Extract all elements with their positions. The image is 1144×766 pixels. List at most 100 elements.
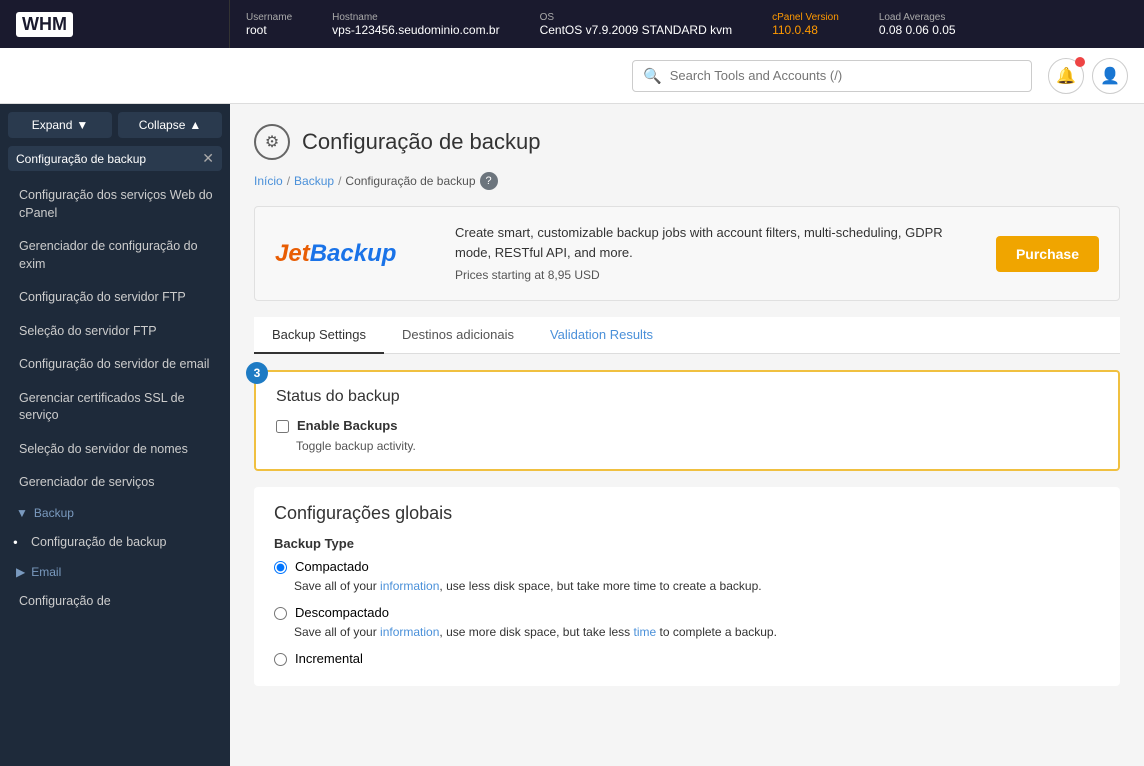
- jetbackup-banner: JetBackup Create smart, customizable bac…: [254, 206, 1120, 301]
- sidebar-item-label-5: Gerenciar certificados SSL de serviço: [19, 391, 185, 423]
- sidebar-item-4[interactable]: Configuração do servidor de email: [0, 348, 230, 382]
- jetbackup-description: Create smart, customizable backup jobs w…: [455, 223, 976, 262]
- cpanel-version-group: cPanel Version 110.0.48: [772, 12, 839, 37]
- sidebar-item-5[interactable]: Gerenciar certificados SSL de serviço: [0, 382, 230, 433]
- os-value: CentOS v7.9.2009 STANDARD kvm: [540, 23, 733, 37]
- breadcrumb-sep-2: /: [338, 174, 341, 188]
- username-value: root: [246, 23, 292, 37]
- breadcrumb: Início / Backup / Configuração de backup…: [254, 172, 1120, 190]
- sidebar-item-6[interactable]: Seleção do servidor de nomes: [0, 433, 230, 467]
- jetbackup-price: Prices starting at 8,95 USD: [455, 266, 976, 284]
- user-icon: 👤: [1100, 66, 1120, 86]
- enable-backups-checkbox[interactable]: [276, 420, 289, 433]
- sidebar-section-email[interactable]: ▶ Email: [0, 559, 230, 585]
- radio-compactado-label[interactable]: Compactado: [295, 559, 369, 574]
- radio-descompactado: Descompactado: [274, 605, 1100, 620]
- load-averages-value: 0.08 0.06 0.05: [879, 23, 956, 37]
- notifications-button[interactable]: 🔔: [1048, 58, 1084, 94]
- status-section-title: Status do backup: [276, 388, 1098, 406]
- hostname-group: Hostname vps-123456.seudominio.com.br: [332, 12, 499, 37]
- sidebar-item-label-backup: Configuração de backup: [31, 535, 167, 549]
- os-group: OS CentOS v7.9.2009 STANDARD kvm: [540, 12, 733, 37]
- tab-backup-settings[interactable]: Backup Settings: [254, 317, 384, 354]
- tabs: Backup Settings Destinos adicionais Vali…: [254, 317, 1120, 354]
- sidebar-item-last[interactable]: Configuração de: [0, 585, 230, 619]
- os-label: OS: [540, 12, 733, 23]
- search-area: 🔍 🔔 👤: [0, 48, 1144, 104]
- sidebar-search-clear[interactable]: ✕: [202, 150, 214, 167]
- global-section-title: Configurações globais: [274, 503, 1100, 524]
- expand-label: Expand: [32, 118, 73, 132]
- global-section: Configurações globais Backup Type Compac…: [254, 487, 1120, 686]
- collapse-icon: ▲: [189, 118, 201, 132]
- cpanel-version-label: cPanel Version: [772, 12, 839, 23]
- sidebar-item-1[interactable]: Gerenciador de configuração do exim: [0, 230, 230, 281]
- breadcrumb-home[interactable]: Início: [254, 174, 283, 188]
- user-button[interactable]: 👤: [1092, 58, 1128, 94]
- radio-incremental-label[interactable]: Incremental: [295, 651, 363, 666]
- jetbackup-text: Create smart, customizable backup jobs w…: [455, 223, 976, 284]
- tab-destinos-adicionais[interactable]: Destinos adicionais: [384, 317, 532, 354]
- status-badge: 3: [246, 362, 268, 384]
- radio-compactado-desc: Save all of your information, use less d…: [274, 578, 1100, 595]
- sidebar-item-7[interactable]: Gerenciador de serviços: [0, 466, 230, 500]
- enable-backups-label[interactable]: Enable Backups: [297, 418, 397, 433]
- radio-descompactado-label[interactable]: Descompactado: [295, 605, 389, 620]
- email-section-label: Email: [31, 565, 61, 579]
- breadcrumb-current: Configuração de backup: [345, 174, 475, 188]
- sidebar-item-0[interactable]: Configuração dos serviços Web do cPanel: [0, 179, 230, 230]
- search-box[interactable]: 🔍: [632, 60, 1032, 92]
- sidebar-section-backup[interactable]: ▼ Backup: [0, 500, 230, 526]
- sidebar-actions: Expand ▼ Collapse ▲: [0, 104, 230, 146]
- help-icon[interactable]: ?: [480, 172, 498, 190]
- sidebar-item-3[interactable]: Seleção do servidor FTP: [0, 315, 230, 349]
- page-icon: ⚙: [254, 124, 290, 160]
- username-group: Username root: [246, 12, 292, 37]
- sidebar-item-label-2: Configuração do servidor FTP: [19, 290, 186, 304]
- sidebar-item-label-3: Seleção do servidor FTP: [19, 324, 157, 338]
- logo-area: WHM: [0, 0, 230, 48]
- purchase-button[interactable]: Purchase: [996, 236, 1099, 272]
- radio-incremental: Incremental: [274, 651, 1100, 666]
- collapse-label: Collapse: [139, 118, 186, 132]
- sidebar-search-box[interactable]: ✕: [8, 146, 222, 171]
- chevron-right-icon: ▶: [16, 565, 25, 579]
- sidebar-item-label-0: Configuração dos serviços Web do cPanel: [19, 188, 213, 220]
- enable-backups-row: Enable Backups: [276, 418, 1098, 433]
- hostname-value: vps-123456.seudominio.com.br: [332, 23, 499, 37]
- bell-icon: 🔔: [1056, 66, 1076, 86]
- jetbackup-logo: JetBackup: [275, 240, 435, 268]
- breadcrumb-backup[interactable]: Backup: [294, 174, 334, 188]
- sidebar: Expand ▼ Collapse ▲ ✕ Configuração dos s…: [0, 104, 230, 766]
- sidebar-item-label-1: Gerenciador de configuração do exim: [19, 239, 198, 271]
- breadcrumb-sep-1: /: [287, 174, 290, 188]
- backup-type-label: Backup Type: [274, 536, 1100, 551]
- topbar: WHM Username root Hostname vps-123456.se…: [0, 0, 1144, 48]
- status-section: 3 Status do backup Enable Backups Toggle…: [254, 370, 1120, 471]
- expand-button[interactable]: Expand ▼: [8, 112, 112, 138]
- backup-section-label: Backup: [34, 506, 74, 520]
- chevron-down-icon: ▼: [16, 506, 28, 520]
- sidebar-item-2[interactable]: Configuração do servidor FTP: [0, 281, 230, 315]
- whm-logo: WHM: [16, 12, 73, 37]
- notification-badge: [1075, 57, 1085, 67]
- username-label: Username: [246, 12, 292, 23]
- load-averages-label: Load Averages: [879, 12, 956, 23]
- search-input[interactable]: [670, 68, 1021, 83]
- main-layout: Expand ▼ Collapse ▲ ✕ Configuração dos s…: [0, 104, 1144, 766]
- radio-compactado: Compactado: [274, 559, 1100, 574]
- page-title: Configuração de backup: [302, 129, 541, 155]
- radio-compactado-input[interactable]: [274, 561, 287, 574]
- tab-validation-results[interactable]: Validation Results: [532, 317, 671, 354]
- sidebar-item-backup-config[interactable]: Configuração de backup: [0, 526, 230, 560]
- cpanel-version-value: 110.0.48: [772, 23, 839, 37]
- hostname-label: Hostname: [332, 12, 499, 23]
- content-area: ⚙ Configuração de backup Início / Backup…: [230, 104, 1144, 766]
- radio-incremental-input[interactable]: [274, 653, 287, 666]
- sidebar-item-label-last: Configuração de: [19, 594, 111, 608]
- collapse-button[interactable]: Collapse ▲: [118, 112, 222, 138]
- expand-icon: ▼: [76, 118, 88, 132]
- radio-descompactado-input[interactable]: [274, 607, 287, 620]
- sidebar-search-input[interactable]: [16, 152, 196, 166]
- sidebar-item-label-4: Configuração do servidor de email: [19, 357, 209, 371]
